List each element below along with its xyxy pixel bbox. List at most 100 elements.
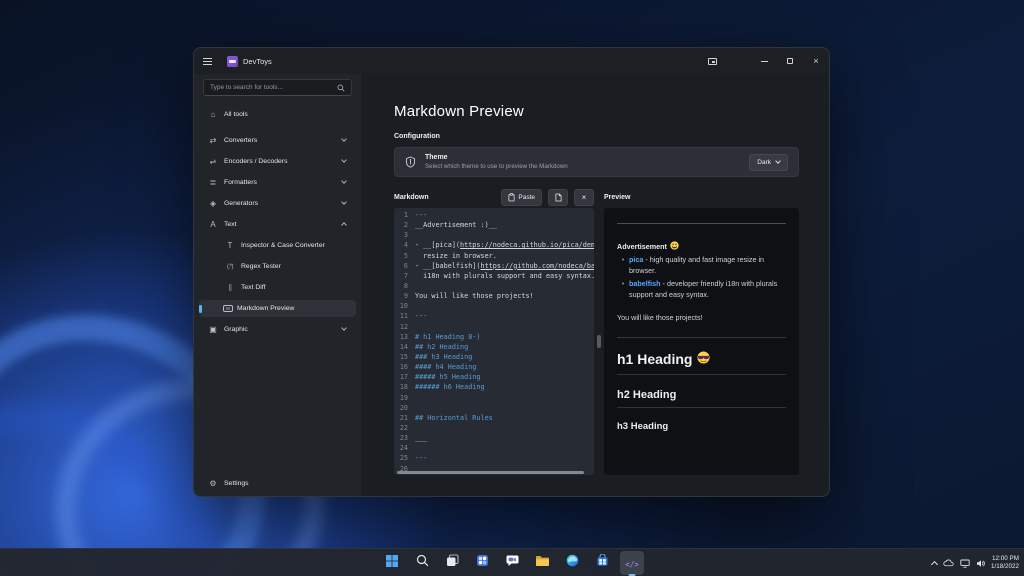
network-icon[interactable] [960, 559, 970, 568]
configuration-section-label: Configuration [394, 133, 440, 140]
taskbar-button-task-view[interactable] [440, 551, 464, 575]
sidebar-item-encoders-decoders[interactable]: ⇌ Encoders / Decoders [199, 153, 356, 170]
line-number: 7 [403, 271, 408, 280]
editor-line[interactable]: 14 ## h2 Heading [394, 342, 594, 352]
editor-code-text: ## h2 Heading [415, 342, 469, 351]
editor-line[interactable]: 18 ###### h6 Heading [394, 382, 594, 392]
onedrive-icon[interactable] [943, 559, 954, 567]
horizontal-scrollbar[interactable] [397, 471, 584, 474]
line-number: 17 [399, 373, 408, 382]
markdown-pane: Markdown Paste × 1 --- 2 __Advertisement… [394, 187, 594, 475]
search-icon [337, 84, 345, 91]
sidebar-item-label: Formatters [224, 179, 257, 186]
markdown-preview-panel[interactable]: Advertisement • pica - high quality and fa… [604, 208, 799, 475]
editor-line[interactable]: 7 i18n with plurals support and easy syn… [394, 271, 594, 281]
chevron-down-icon [341, 136, 347, 142]
taskbar-button-store[interactable] [590, 551, 614, 575]
sidebar-item-text-diff[interactable]: [] Text Diff [199, 279, 356, 296]
sidebar-item-formatters[interactable]: ≣ Formatters [199, 174, 356, 191]
bullet-icon: • [621, 255, 625, 265]
theme-dropdown[interactable]: Dark [749, 153, 788, 171]
line-number: 18 [399, 383, 408, 392]
chevron-down-icon [341, 178, 347, 184]
taskbar-button-search[interactable] [410, 551, 434, 575]
editor-line[interactable]: 25 --- [394, 453, 594, 463]
sidebar-item-settings[interactable]: ⚙ Settings [199, 475, 356, 492]
clear-button[interactable]: × [574, 189, 594, 206]
titlebar[interactable]: DevToys × [194, 48, 829, 74]
hidden-icons-chevron[interactable] [930, 560, 939, 568]
sunglasses-emoji-icon [697, 351, 711, 364]
editor-line[interactable]: 6 - __[babelfish](https://github.com/node… [394, 261, 594, 271]
editor-code-text: __Advertisement :)__ [415, 221, 497, 230]
editor-line[interactable]: 23 ___ [394, 433, 594, 443]
editor-line[interactable]: 12 [394, 322, 594, 332]
markdown-pane-label: Markdown [394, 194, 429, 201]
editor-line[interactable]: 9 You will like those projects! [394, 291, 594, 301]
minimize-button[interactable] [751, 48, 777, 74]
sidebar-item-text[interactable]: A Text [199, 216, 356, 233]
pane-splitter-handle[interactable] [596, 335, 601, 348]
editor-line[interactable]: 5 resize in browser. [394, 251, 594, 261]
store-icon [596, 553, 609, 572]
close-icon: × [813, 55, 819, 66]
editor-line[interactable]: 24 [394, 443, 594, 453]
editor-line[interactable]: 3 [394, 230, 594, 240]
editor-line[interactable]: 13 # h1 Heading 8-) [394, 332, 594, 342]
sidebar-item-graphic[interactable]: ▣ Graphic [199, 321, 356, 338]
taskbar-button-widgets[interactable] [470, 551, 494, 575]
taskbar-icons: </> [380, 549, 644, 576]
editor-code-text: ###### h6 Heading [415, 383, 485, 392]
close-button[interactable]: × [803, 48, 829, 74]
editor-line[interactable]: 22 [394, 423, 594, 433]
chevron-down-icon [341, 325, 347, 331]
editor-line[interactable]: 20 [394, 403, 594, 413]
sidebar-item-regex-tester[interactable]: (.*) Regex Tester [199, 258, 356, 275]
line-number: 3 [403, 231, 408, 240]
devtoys-window: DevToys × ⌂ All tools ⇄ Converters ⇌ Encoders… [193, 47, 830, 497]
sidebar-item-markdown-preview[interactable]: M Markdown Preview [199, 300, 356, 317]
sidebar-item-generators[interactable]: ◈ Generators [199, 195, 356, 212]
load-file-button[interactable] [548, 189, 568, 206]
settings-label: Settings [224, 480, 249, 487]
volume-icon[interactable] [976, 559, 985, 568]
search-input[interactable] [210, 84, 337, 91]
paste-button[interactable]: Paste [501, 189, 542, 206]
editor-line[interactable]: 19 [394, 393, 594, 403]
taskbar-button-start[interactable] [380, 551, 404, 575]
taskbar-button-edge[interactable] [560, 551, 584, 575]
line-number: 10 [399, 302, 408, 311]
preview-link[interactable]: babelfish [629, 279, 661, 288]
editor-line[interactable]: 8 [394, 281, 594, 291]
sidebar-item-converters[interactable]: ⇄ Converters [199, 132, 356, 149]
preview-link[interactable]: pica [629, 255, 643, 264]
editor-line[interactable]: 17 ##### h5 Heading [394, 372, 594, 382]
editor-line[interactable]: 15 ### h3 Heading [394, 352, 594, 362]
editor-line[interactable]: 21 ## Horizontal Rules [394, 413, 594, 423]
editor-code-text: - __[pica](https://nodeca.github.io/pica… [415, 241, 594, 250]
editor-code-text: resize in browser. [415, 251, 497, 260]
editor-line[interactable]: 10 [394, 301, 594, 311]
tool-search-box[interactable] [203, 79, 352, 96]
line-number: 16 [399, 363, 408, 372]
taskbar-button-chat[interactable] [500, 551, 524, 575]
compact-overlay-button[interactable] [699, 48, 725, 74]
editor-line[interactable]: 2 __Advertisement :)__ [394, 220, 594, 230]
maximize-button[interactable] [777, 48, 803, 74]
taskbar-button-file-explorer[interactable] [530, 551, 554, 575]
hamburger-menu-button[interactable] [203, 53, 223, 69]
edge-icon [566, 554, 579, 572]
paste-icon [508, 193, 515, 202]
editor-line[interactable]: 4 - __[pica](https://nodeca.github.io/pic… [394, 240, 594, 250]
editor-line[interactable]: 11 --- [394, 311, 594, 321]
markdown-editor[interactable]: 1 --- 2 __Advertisement :)__ 3 4 - __[pica](ht… [394, 208, 594, 475]
sidebar-item-all-tools[interactable]: ⌂ All tools [199, 105, 356, 123]
taskbar-button-devtoys[interactable]: </> [620, 551, 644, 575]
editor-line[interactable]: 16 #### h4 Heading [394, 362, 594, 372]
chevron-down-icon [341, 199, 347, 205]
theme-setting-subtitle: Select which theme to use to preview the… [425, 162, 568, 170]
sidebar-item-inspector-case-converter[interactable]: T Inspector & Case Converter [199, 237, 356, 254]
line-number: 24 [399, 444, 408, 453]
editor-line[interactable]: 1 --- [394, 210, 594, 220]
taskbar-clock[interactable]: 12:00 PM 1/18/2022 [991, 555, 1019, 571]
